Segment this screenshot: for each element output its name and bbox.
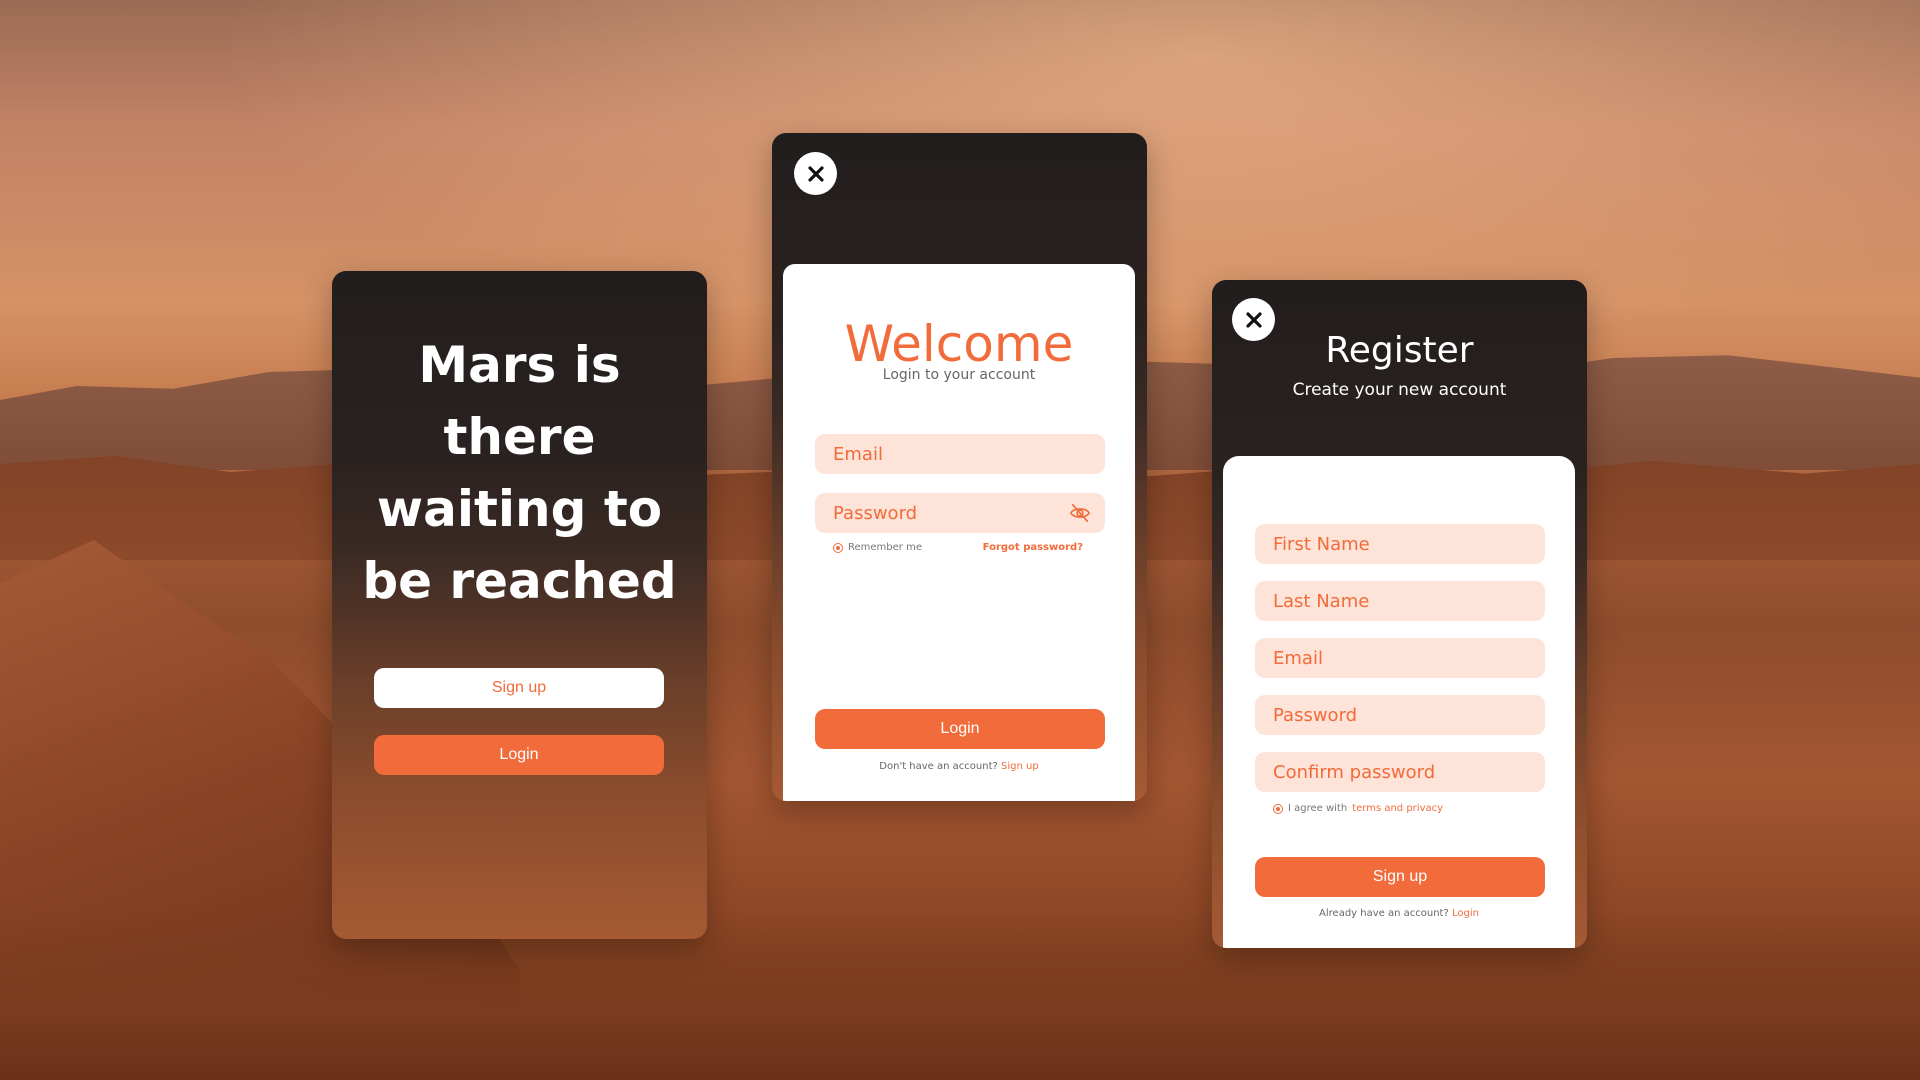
last-name-field[interactable]: Last Name xyxy=(1255,581,1545,621)
register-card: Register Create your new account First N… xyxy=(1212,280,1587,948)
remember-me-option[interactable]: Remember me xyxy=(833,542,922,553)
terms-privacy-link[interactable]: terms and privacy xyxy=(1352,803,1443,814)
login-subtitle: Login to your account xyxy=(882,367,1036,383)
register-footer-text: Already have an account? xyxy=(1319,908,1449,919)
confirm-password-placeholder: Confirm password xyxy=(1273,761,1436,783)
login-email-field[interactable]: Email xyxy=(815,434,1105,474)
login-panel: Welcome Login to your account Email Pass… xyxy=(783,264,1135,801)
login-signup-link[interactable]: Sign up xyxy=(1001,761,1039,772)
register-submit-button[interactable]: Sign up xyxy=(1255,857,1545,897)
remember-me-radio[interactable] xyxy=(833,542,843,553)
register-footer: Already have an account? Login xyxy=(1223,908,1575,919)
login-email-placeholder: Email xyxy=(833,443,883,465)
login-footer: Don't have an account? Sign up xyxy=(783,761,1135,772)
first-name-field[interactable]: First Name xyxy=(1255,524,1545,564)
register-panel: First Name Last Name Email Password Conf… xyxy=(1223,456,1575,948)
register-title: Register xyxy=(1325,330,1474,371)
hero-card: Mars is there waiting to be reached Sign… xyxy=(332,271,707,939)
forgot-password-link[interactable]: Forgot password? xyxy=(983,542,1083,553)
login-footer-text: Don't have an account? xyxy=(879,761,998,772)
agree-terms-radio[interactable] xyxy=(1273,803,1283,814)
register-email-placeholder: Email xyxy=(1273,647,1323,669)
close-icon xyxy=(807,165,824,182)
register-email-field[interactable]: Email xyxy=(1255,638,1545,678)
register-login-link[interactable]: Login xyxy=(1452,908,1479,919)
background-sand xyxy=(0,910,1920,1080)
close-icon xyxy=(1245,311,1262,328)
agree-text: I agree with xyxy=(1288,803,1348,814)
hero-signup-button[interactable]: Sign up xyxy=(374,668,664,708)
login-submit-button[interactable]: Login xyxy=(815,709,1105,749)
eye-off-icon[interactable] xyxy=(1069,503,1091,523)
login-title: Welcome xyxy=(844,315,1074,373)
remember-me-label: Remember me xyxy=(848,542,922,553)
agree-terms-option[interactable]: I agree with terms and privacy xyxy=(1273,803,1443,814)
login-card: Welcome Login to your account Email Pass… xyxy=(772,133,1147,801)
register-password-placeholder: Password xyxy=(1273,704,1358,726)
login-close-button[interactable] xyxy=(794,152,837,195)
last-name-placeholder: Last Name xyxy=(1273,590,1370,612)
register-subtitle: Create your new account xyxy=(1292,380,1507,400)
hero-login-button[interactable]: Login xyxy=(374,735,664,775)
hero-title: Mars is there waiting to be reached xyxy=(362,336,677,610)
confirm-password-field[interactable]: Confirm password xyxy=(1255,752,1545,792)
register-password-field[interactable]: Password xyxy=(1255,695,1545,735)
login-password-placeholder: Password xyxy=(833,502,918,524)
first-name-placeholder: First Name xyxy=(1273,533,1370,555)
login-password-field[interactable]: Password xyxy=(815,493,1105,533)
